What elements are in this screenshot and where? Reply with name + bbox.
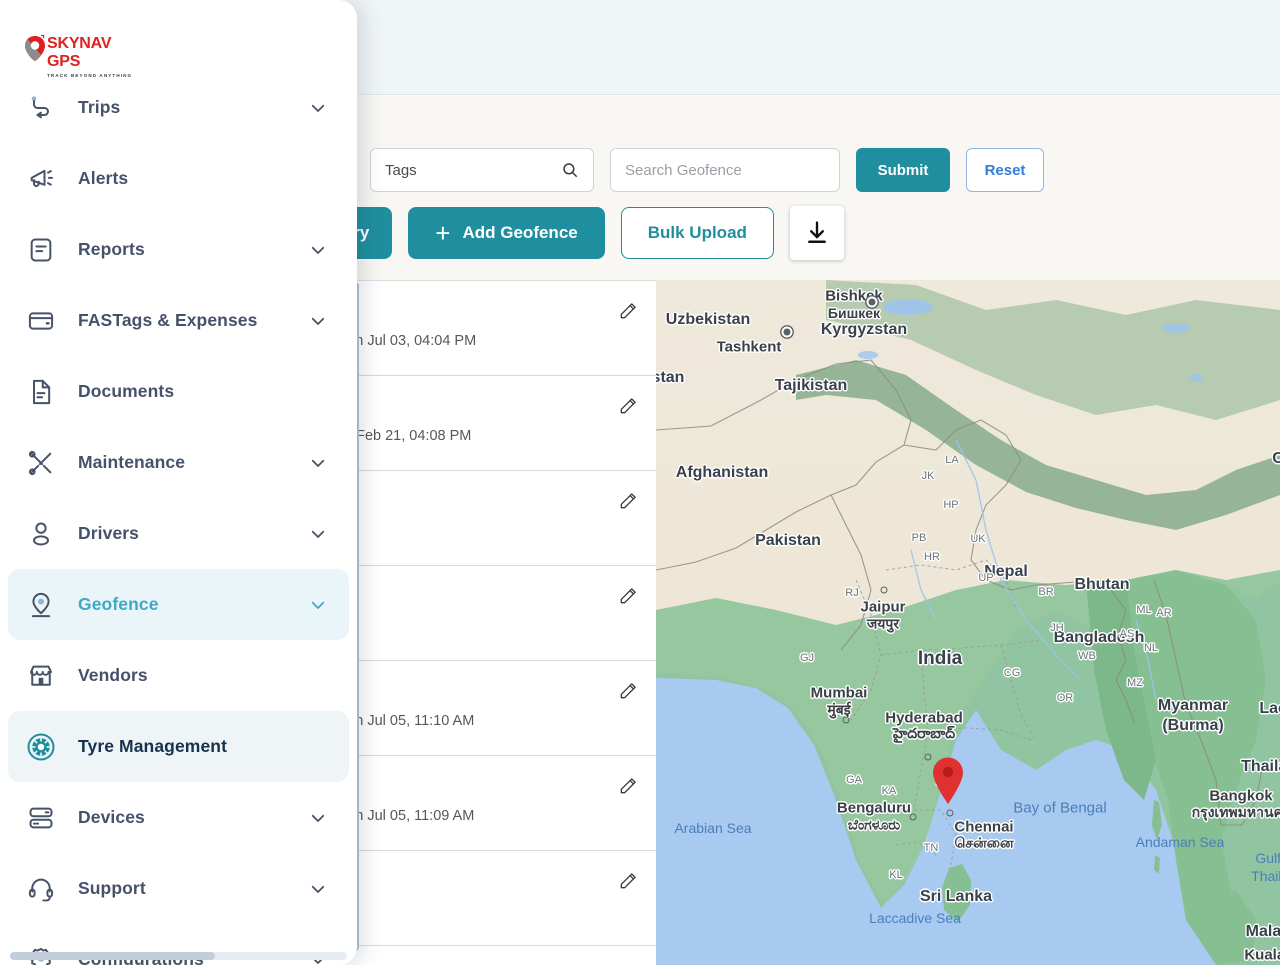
card-icon <box>26 306 56 336</box>
geofence-item-timestamp: On Jul 03, 04:04 PM <box>344 333 477 349</box>
chevron-down-icon[interactable] <box>309 241 327 259</box>
action-toolbar: egory + Add Geofence Bulk Upload <box>300 206 844 260</box>
chevron-down-icon[interactable] <box>309 454 327 472</box>
brand-logo[interactable]: SKYNAV GPS TRACK BEYOND ANYTHING <box>22 34 134 78</box>
search-icon <box>563 163 578 178</box>
route-icon <box>26 93 56 123</box>
download-button[interactable] <box>789 206 844 260</box>
download-icon <box>808 221 826 244</box>
sidebar-item-support[interactable]: Support <box>8 853 349 924</box>
sidebar-item-label: Support <box>78 878 146 898</box>
geofence-list-item[interactable] <box>340 471 656 566</box>
geofence-map[interactable] <box>656 280 1280 965</box>
sidebar-item-trips[interactable]: Trips <box>8 72 349 143</box>
report-icon <box>26 235 56 265</box>
submit-button[interactable]: Submit <box>856 148 950 192</box>
sidebar-item-label: Documents <box>78 381 175 401</box>
geofence-list-item[interactable]: On Jul 03, 04:04 PM <box>340 281 656 376</box>
tyre-icon <box>26 732 56 762</box>
sidebar-item-drivers[interactable]: Drivers <box>8 498 349 569</box>
geofence-list-item[interactable] <box>340 851 656 946</box>
drawer-horizontal-scrollbar[interactable] <box>10 952 347 960</box>
pencil-icon[interactable] <box>618 681 638 701</box>
sidebar-item-label: Devices <box>78 807 145 827</box>
sidebar-item-label: Reports <box>78 239 145 259</box>
geofence-list-item[interactable]: On Jul 05, 11:10 AM <box>340 661 656 756</box>
sidebar-item-tyre-management[interactable]: Tyre Management <box>8 711 349 782</box>
megaphone-icon <box>26 164 56 194</box>
add-geofence-label: Add Geofence <box>462 223 578 242</box>
brand-name: SKYNAV GPS <box>47 35 112 70</box>
search-geofence-input[interactable]: Search Geofence <box>610 148 840 192</box>
navigation-drawer: SKYNAV GPS TRACK BEYOND ANYTHING Trips Al… <box>0 0 357 965</box>
sidebar-item-label: Tyre Management <box>78 736 227 756</box>
headset-icon <box>26 874 56 904</box>
sidebar-item-fastags-expenses[interactable]: FASTags & Expenses <box>8 285 349 356</box>
geofence-item-timestamp: n Feb 21, 04:08 PM <box>344 428 472 444</box>
pencil-icon[interactable] <box>618 491 638 511</box>
chevron-down-icon[interactable] <box>309 880 327 898</box>
sidebar-item-label: Drivers <box>78 523 140 543</box>
sidebar-item-devices[interactable]: Devices <box>8 782 349 853</box>
geofence-list-panel[interactable]: On Jul 03, 04:04 PM n Feb 21, 04:08 PM On … <box>340 280 656 965</box>
chevron-down-icon[interactable] <box>309 312 327 330</box>
chevron-down-icon[interactable] <box>309 99 327 117</box>
drawer-scrollbar-thumb[interactable] <box>10 952 215 960</box>
devices-icon <box>26 803 56 833</box>
search-geofence-placeholder: Search Geofence <box>625 161 742 179</box>
geofence-item-timestamp: On Jul 05, 11:09 AM <box>344 808 475 824</box>
store-icon <box>26 661 56 691</box>
sidebar-item-vendors[interactable]: Vendors <box>8 640 349 711</box>
tools-icon <box>26 448 56 478</box>
sidebar-item-label: FASTags & Expenses <box>78 310 258 330</box>
chevron-down-icon[interactable] <box>309 525 327 543</box>
sidebar-nav: Trips Alerts Reports FASTags & Expenses Docu… <box>0 72 357 965</box>
top-header-bar <box>340 0 1280 95</box>
pencil-icon[interactable] <box>618 301 638 321</box>
filter-toolbar: Tags Search Geofence Submit Reset <box>370 148 1044 192</box>
pencil-icon[interactable] <box>618 776 638 796</box>
plus-icon: + <box>435 218 451 248</box>
sidebar-item-label: Alerts <box>78 168 129 188</box>
geofence-list-item[interactable]: n Feb 21, 04:08 PM <box>340 376 656 471</box>
sidebar-item-alerts[interactable]: Alerts <box>8 143 349 214</box>
sidebar-item-reports[interactable]: Reports <box>8 214 349 285</box>
map-pin-icon <box>26 590 56 620</box>
sidebar-item-label: Maintenance <box>78 452 186 472</box>
user-icon <box>26 519 56 549</box>
document-icon <box>26 377 56 407</box>
map-tiles <box>656 280 1280 965</box>
geofence-list-item[interactable] <box>340 566 656 661</box>
sidebar-item-documents[interactable]: Documents <box>8 356 349 427</box>
geofence-item-timestamp: On Jul 05, 11:10 AM <box>344 713 475 729</box>
chevron-down-icon[interactable] <box>309 809 327 827</box>
add-geofence-button[interactable]: + Add Geofence <box>408 207 605 259</box>
pencil-icon[interactable] <box>618 586 638 606</box>
sidebar-item-label: Geofence <box>78 594 159 614</box>
sidebar-item-geofence[interactable]: Geofence <box>8 569 349 640</box>
sidebar-item-label: Vendors <box>78 665 148 685</box>
sidebar-item-label: Trips <box>78 97 121 117</box>
geofence-list-rows: On Jul 03, 04:04 PM n Feb 21, 04:08 PM On … <box>340 281 656 946</box>
chevron-down-icon[interactable] <box>309 596 327 614</box>
geofence-list-item[interactable]: On Jul 05, 11:09 AM <box>340 756 656 851</box>
pencil-icon[interactable] <box>618 396 638 416</box>
pencil-icon[interactable] <box>618 871 638 891</box>
reset-button[interactable]: Reset <box>966 148 1044 192</box>
sidebar-item-maintenance[interactable]: Maintenance <box>8 427 349 498</box>
app-root: Uzbekistan stan Kyrgyzstan Tajikistan Afghan… <box>0 0 1280 965</box>
tags-filter-value: Tags <box>385 161 417 179</box>
bulk-upload-button[interactable]: Bulk Upload <box>620 207 774 259</box>
tags-filter-input[interactable]: Tags <box>370 148 594 192</box>
